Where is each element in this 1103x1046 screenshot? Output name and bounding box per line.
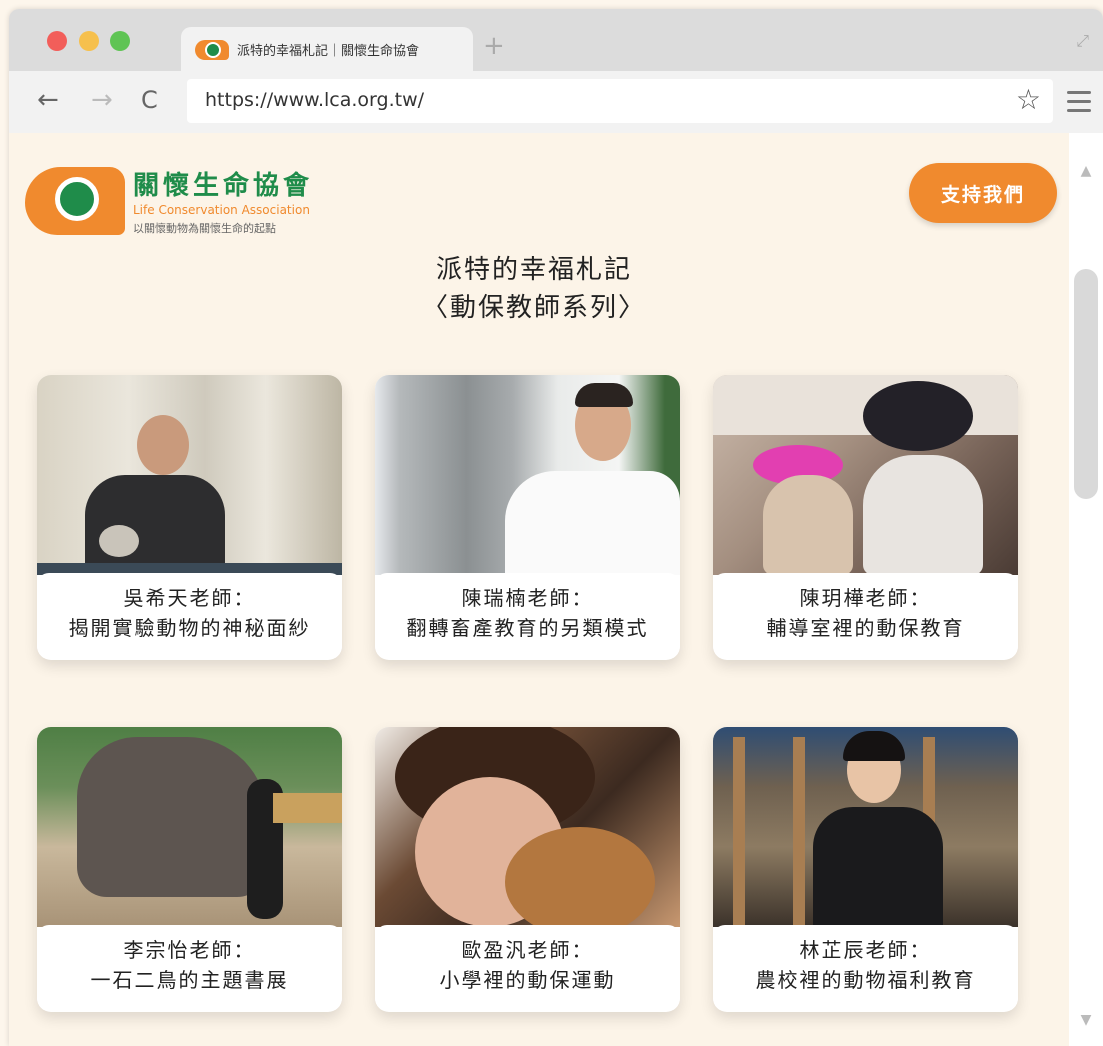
card-caption: 李宗怡老師： 一石二鳥的主題書展 <box>37 925 342 1010</box>
card-teacher-name: 林芷辰老師： <box>799 938 932 962</box>
article-card[interactable]: 陳玥樺老師： 輔導室裡的動保教育 <box>713 375 1018 660</box>
card-teacher-name: 陳瑞楠老師： <box>461 586 594 610</box>
page-title: 派特的幸福札記 〈動保教師系列〉 <box>9 251 1059 327</box>
teacher-photo <box>37 375 342 575</box>
scrollbar-thumb[interactable] <box>1074 269 1098 499</box>
teacher-photo <box>713 727 1018 927</box>
article-card[interactable]: 陳瑞楠老師： 翻轉畜產教育的另類模式 <box>375 375 680 660</box>
teacher-photo <box>375 375 680 575</box>
site-favicon-icon <box>195 38 229 60</box>
address-bar[interactable]: https://www.lca.org.tw/ ☆ <box>187 79 1053 123</box>
logo-tagline: 以關懷動物為關懷生命的起點 <box>133 222 276 235</box>
article-card[interactable]: 李宗怡老師： 一石二鳥的主題書展 <box>37 727 342 1012</box>
logo-mark-icon <box>25 167 125 235</box>
browser-toolbar: ← → C https://www.lca.org.tw/ ☆ <box>9 71 1103 133</box>
page-title-line1: 派特的幸福札記 <box>435 255 632 285</box>
article-card[interactable]: 歐盈汎老師： 小學裡的動保運動 <box>375 727 680 1012</box>
logo-english-name: Life Conservation Association <box>133 203 310 217</box>
card-caption: 林芷辰老師： 農校裡的動物福利教育 <box>713 925 1018 1010</box>
card-subtitle: 輔導室裡的動保教育 <box>766 616 965 640</box>
scroll-up-arrow-icon[interactable]: ▲ <box>1077 163 1095 185</box>
scroll-down-arrow-icon[interactable]: ▼ <box>1077 1012 1095 1034</box>
forward-arrow-icon[interactable]: → <box>91 85 113 115</box>
card-teacher-name: 李宗怡老師： <box>123 938 256 962</box>
card-teacher-name: 吳希天老師： <box>123 586 256 610</box>
support-us-button[interactable]: 支持我們 <box>909 163 1057 223</box>
card-caption: 歐盈汎老師： 小學裡的動保運動 <box>375 925 680 1010</box>
browser-window: 派特的幸福札記｜關懷生命協會 + ⤢ ← → C https://www.lca… <box>9 9 1103 1046</box>
page-scrollbar[interactable]: ▲ ▼ <box>1069 133 1103 1046</box>
bookmark-star-icon[interactable]: ☆ <box>1016 85 1041 115</box>
teacher-photo <box>375 727 680 927</box>
article-card[interactable]: 林芷辰老師： 農校裡的動物福利教育 <box>713 727 1018 1012</box>
card-subtitle: 一石二鳥的主題書展 <box>90 968 289 992</box>
close-window-button[interactable] <box>47 31 67 51</box>
card-teacher-name: 歐盈汎老師： <box>461 938 594 962</box>
page-title-line2: 〈動保教師系列〉 <box>421 293 646 323</box>
card-subtitle: 小學裡的動保運動 <box>439 968 616 992</box>
maximize-window-button[interactable] <box>110 31 130 51</box>
url-text: https://www.lca.org.tw/ <box>205 89 425 111</box>
card-subtitle: 農校裡的動物福利教育 <box>755 968 976 992</box>
tab-bar: 派特的幸福札記｜關懷生命協會 + ⤢ <box>9 9 1103 71</box>
card-caption: 陳玥樺老師： 輔導室裡的動保教育 <box>713 573 1018 658</box>
site-logo[interactable]: 關懷生命協會 Life Conservation Association 以關懷… <box>25 165 335 237</box>
plus-icon[interactable]: + <box>483 33 505 59</box>
hamburger-menu-icon[interactable] <box>1067 91 1091 118</box>
minimize-window-button[interactable] <box>79 31 99 51</box>
card-subtitle: 揭開實驗動物的神秘面紗 <box>68 616 311 640</box>
back-arrow-icon[interactable]: ← <box>37 85 59 115</box>
reload-icon[interactable]: C <box>141 85 158 115</box>
teacher-photo <box>37 727 342 927</box>
logo-chinese-name: 關懷生命協會 <box>133 171 314 201</box>
card-teacher-name: 陳玥樺老師： <box>799 586 932 610</box>
card-caption: 吳希天老師： 揭開實驗動物的神秘面紗 <box>37 573 342 658</box>
card-caption: 陳瑞楠老師： 翻轉畜產教育的另類模式 <box>375 573 680 658</box>
card-subtitle: 翻轉畜產教育的另類模式 <box>406 616 649 640</box>
tab-title: 派特的幸福札記｜關懷生命協會 <box>237 43 420 59</box>
browser-tab-active[interactable]: 派特的幸福札記｜關懷生命協會 <box>181 27 473 71</box>
article-card[interactable]: 吳希天老師： 揭開實驗動物的神秘面紗 <box>37 375 342 660</box>
fullscreen-icon[interactable]: ⤢ <box>1076 31 1089 51</box>
teacher-photo <box>713 375 1018 575</box>
page-content: 關懷生命協會 Life Conservation Association 以關懷… <box>9 133 1069 1046</box>
